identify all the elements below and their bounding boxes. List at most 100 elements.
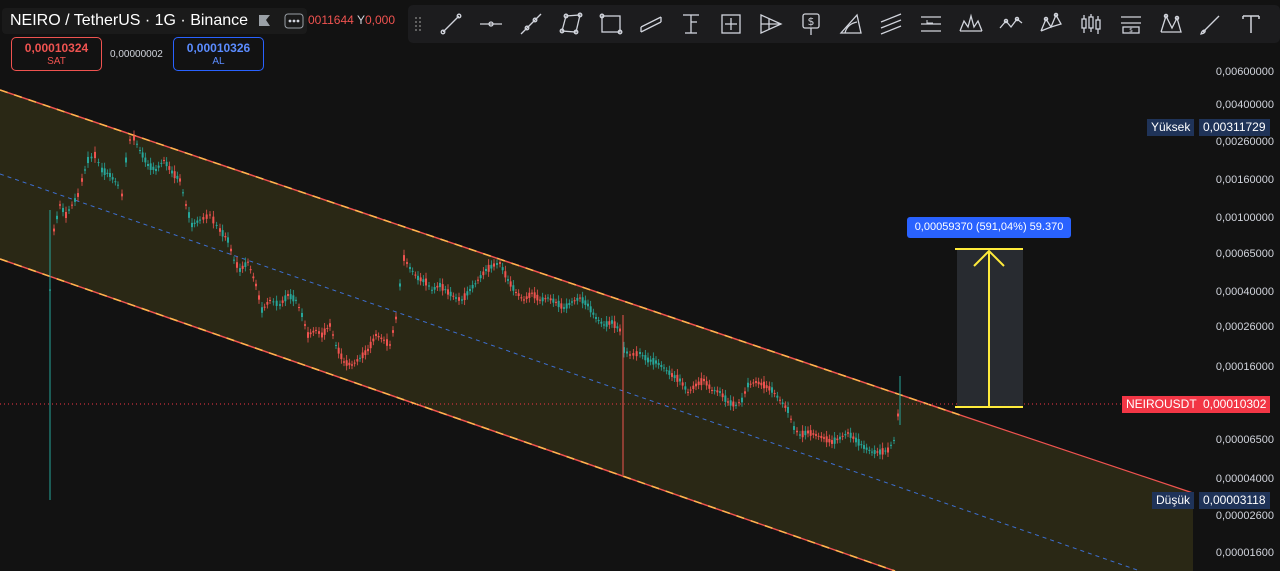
candle-body	[523, 299, 525, 301]
candle-body	[705, 381, 708, 386]
candle-body	[68, 209, 70, 211]
candle-body	[419, 277, 422, 282]
symbol-title[interactable]: NEIRO / TetherUS · 1G · Binance	[2, 12, 248, 30]
candle-body	[447, 289, 449, 295]
candle-body	[444, 289, 447, 291]
candle-body	[298, 307, 300, 309]
candle-body	[403, 255, 405, 261]
candle-body	[279, 304, 281, 306]
xabcd-icon[interactable]	[1157, 10, 1185, 38]
vertical-measure-icon[interactable]	[677, 10, 705, 38]
candle-body	[781, 402, 784, 405]
price-range-icon[interactable]	[717, 10, 745, 38]
candle-body	[493, 263, 495, 267]
candle-body	[719, 391, 721, 393]
candle-body	[684, 386, 687, 390]
candle-body	[749, 383, 752, 385]
candle-body	[315, 329, 317, 331]
parallel-channel-icon[interactable]	[637, 10, 665, 38]
candle-body	[765, 385, 768, 389]
candle-body	[517, 293, 520, 297]
candle-body	[377, 335, 380, 338]
candle-body	[539, 299, 541, 301]
candle-body	[536, 294, 539, 301]
candle-body	[847, 432, 849, 434]
candle-body	[713, 390, 716, 392]
candle-body	[367, 348, 369, 352]
candle-body	[796, 430, 798, 433]
candle-body	[196, 220, 199, 223]
candle-body	[185, 204, 187, 206]
candle-body	[252, 276, 255, 279]
candle-body	[155, 168, 157, 172]
candle-body	[463, 293, 466, 301]
symbol-header[interactable]: NEIRO / TetherUS · 1G · Binance	[2, 8, 307, 34]
ohlc-close-value: 0011644	[308, 13, 354, 27]
polygon-icon[interactable]	[557, 10, 585, 38]
candle-body	[165, 161, 168, 167]
text-tool-icon[interactable]	[1237, 10, 1265, 38]
candle-body	[571, 301, 573, 303]
candle-body	[531, 292, 533, 294]
axis-label: 0,00065000	[1215, 248, 1274, 260]
candle-body	[592, 312, 595, 315]
head-shoulders-icon[interactable]	[957, 10, 985, 38]
candle-body	[171, 170, 173, 174]
pitchfork-icon[interactable]	[757, 10, 785, 38]
candle-body	[552, 298, 555, 303]
candle-body	[136, 143, 138, 145]
candle-body	[635, 351, 638, 357]
candle-body	[431, 289, 433, 291]
candle-body	[755, 381, 757, 383]
rectangle-icon[interactable]	[597, 10, 625, 38]
candle-body	[295, 299, 297, 301]
extended-line-icon[interactable]	[517, 10, 545, 38]
candle-body	[318, 331, 320, 334]
candle-body	[515, 291, 517, 293]
brush-icon[interactable]	[1197, 10, 1225, 38]
candle-body	[836, 438, 839, 441]
candle-body	[809, 430, 812, 436]
candle-body	[647, 357, 649, 363]
candle-body	[544, 298, 547, 300]
candle-body	[455, 297, 457, 299]
svg-text:$: $	[808, 15, 815, 28]
candle-body	[81, 178, 83, 182]
candle-body	[825, 436, 828, 443]
path-icon[interactable]	[997, 10, 1025, 38]
candle-body	[149, 163, 152, 170]
long-position-icon[interactable]: $	[1117, 10, 1145, 38]
drag-handle-icon[interactable]	[414, 16, 422, 32]
candle-body	[106, 172, 109, 174]
trend-line-icon[interactable]	[437, 10, 465, 38]
fib-channel-icon[interactable]	[877, 10, 905, 38]
arc-icon[interactable]	[837, 10, 865, 38]
sell-button[interactable]: 0,00010324 SAT	[11, 37, 102, 71]
candles-pattern-icon[interactable]	[1077, 10, 1105, 38]
horizontal-ray-icon[interactable]	[477, 10, 505, 38]
price-chart[interactable]	[0, 0, 1280, 571]
axis-label: 0,00002600	[1215, 510, 1274, 522]
candle-body	[361, 352, 364, 359]
price-note-icon[interactable]: $	[797, 10, 825, 38]
axis-label: 0,00026000	[1215, 321, 1274, 333]
candle-body	[466, 291, 469, 296]
candle-body	[708, 384, 711, 389]
candle-body	[205, 214, 208, 219]
candle-body	[815, 434, 817, 436]
candle-body	[160, 162, 163, 164]
pattern-icon[interactable]	[1037, 10, 1065, 38]
candle-body	[87, 156, 89, 164]
candle-body	[876, 451, 879, 453]
candle-body	[890, 444, 892, 446]
candle-body	[504, 271, 507, 278]
candle-body	[249, 269, 252, 271]
buy-button[interactable]: 0,00010326 AL	[173, 37, 264, 71]
info-line-icon[interactable]	[917, 10, 945, 38]
candle-body	[744, 391, 746, 394]
candle-body	[436, 285, 439, 288]
more-options-icon[interactable]	[284, 13, 304, 29]
flag-icon[interactable]	[258, 14, 271, 27]
candle-body	[65, 211, 67, 219]
candle-body	[452, 295, 455, 297]
